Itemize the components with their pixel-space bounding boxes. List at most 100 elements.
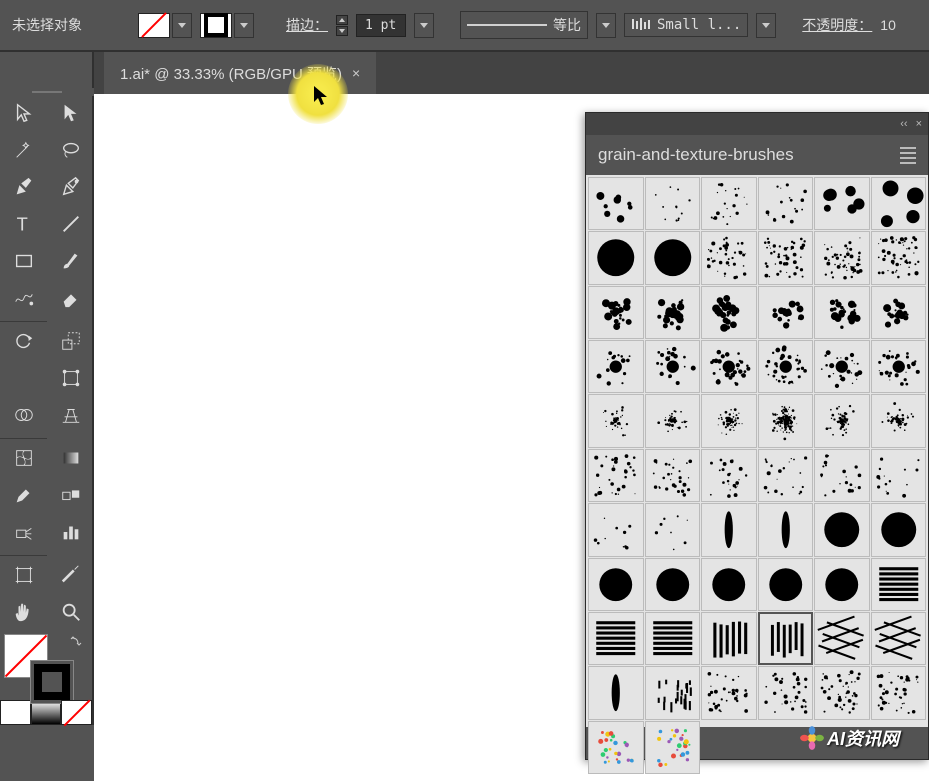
stroke-label[interactable]: 描边： bbox=[286, 15, 328, 35]
brush-bars-2[interactable] bbox=[758, 612, 814, 665]
brush-noise-3[interactable] bbox=[814, 666, 870, 719]
brush-circle-7[interactable] bbox=[814, 558, 870, 611]
width-tool[interactable] bbox=[0, 359, 47, 396]
brush-spray-1[interactable] bbox=[588, 394, 644, 447]
brush-stripes-3[interactable] bbox=[645, 612, 701, 665]
color-mode-solid[interactable] bbox=[0, 700, 31, 725]
brush-spray-5[interactable] bbox=[871, 394, 927, 447]
line-tool[interactable] bbox=[47, 205, 94, 242]
symbol-sprayer-tool[interactable] bbox=[0, 513, 47, 550]
stroke-indicator[interactable] bbox=[30, 660, 74, 704]
magic-wand-tool[interactable] bbox=[0, 131, 47, 168]
rectangle-tool[interactable] bbox=[0, 242, 47, 279]
brush-weave-2[interactable] bbox=[871, 612, 927, 665]
brush-burst-4[interactable] bbox=[871, 340, 927, 393]
opacity-label[interactable]: 不透明度： bbox=[802, 15, 872, 35]
brush-dots-tiny[interactable] bbox=[645, 177, 701, 230]
perspective-grid-tool[interactable] bbox=[47, 396, 94, 433]
brush-grain-3[interactable] bbox=[701, 449, 757, 502]
paintbrush-tool[interactable] bbox=[47, 242, 94, 279]
column-graph-tool[interactable] bbox=[47, 513, 94, 550]
hand-tool[interactable] bbox=[0, 593, 47, 630]
brush-speckle-4[interactable] bbox=[871, 231, 927, 284]
profile-dropdown[interactable] bbox=[596, 13, 616, 38]
brush-spray-2[interactable] bbox=[645, 394, 701, 447]
brush-grain-4[interactable] bbox=[758, 449, 814, 502]
color-mode-none[interactable] bbox=[61, 700, 92, 725]
brush-speckle-3[interactable] bbox=[814, 231, 870, 284]
brush-circle-6[interactable] bbox=[758, 558, 814, 611]
brush-dots-sparse[interactable] bbox=[588, 177, 644, 230]
selection-tool[interactable] bbox=[0, 94, 47, 131]
blend-tool[interactable] bbox=[47, 476, 94, 513]
fill-dropdown[interactable] bbox=[172, 13, 192, 38]
brush-burst-1[interactable] bbox=[701, 340, 757, 393]
brush-speckle-1[interactable] bbox=[701, 231, 757, 284]
brush-star-1[interactable] bbox=[588, 340, 644, 393]
brush-stroke-1[interactable] bbox=[701, 503, 757, 556]
brush-splat-5[interactable] bbox=[814, 286, 870, 339]
zoom-tool[interactable] bbox=[47, 593, 94, 630]
brush-color-2[interactable] bbox=[645, 721, 701, 774]
mesh-tool[interactable] bbox=[0, 439, 47, 476]
swap-fill-stroke-icon[interactable] bbox=[70, 634, 84, 648]
brush-splat-6[interactable] bbox=[871, 286, 927, 339]
brush-noise-4[interactable] bbox=[871, 666, 927, 719]
brush-burst-3[interactable] bbox=[814, 340, 870, 393]
brush-circle-1[interactable] bbox=[814, 503, 870, 556]
brush-dash-1[interactable] bbox=[588, 503, 644, 556]
brush-stripes-2[interactable] bbox=[588, 612, 644, 665]
shaper-tool[interactable] bbox=[0, 279, 47, 316]
brush-spray-4[interactable] bbox=[814, 394, 870, 447]
stroke-weight-spinner[interactable] bbox=[336, 15, 348, 36]
free-transform-tool[interactable] bbox=[47, 359, 94, 396]
brush-noise-1[interactable] bbox=[701, 666, 757, 719]
slice-tool[interactable] bbox=[47, 556, 94, 593]
brush-dropdown[interactable] bbox=[756, 13, 776, 38]
pen-tool[interactable] bbox=[0, 168, 47, 205]
brush-circle-3[interactable] bbox=[588, 558, 644, 611]
rotate-tool[interactable] bbox=[0, 322, 47, 359]
brush-star-2[interactable] bbox=[645, 340, 701, 393]
brush-splat-4[interactable] bbox=[758, 286, 814, 339]
gradient-tool[interactable] bbox=[47, 439, 94, 476]
panel-menu-icon[interactable] bbox=[900, 147, 916, 164]
fill-stroke-indicator[interactable] bbox=[0, 630, 92, 700]
stroke-dropdown[interactable] bbox=[234, 13, 254, 38]
brush-spray-dense[interactable] bbox=[758, 394, 814, 447]
curvature-tool[interactable] bbox=[47, 168, 94, 205]
tab-close-icon[interactable]: × bbox=[352, 65, 360, 81]
brush-dots-big[interactable] bbox=[871, 177, 927, 230]
brush-grain-2[interactable] bbox=[645, 449, 701, 502]
lasso-tool[interactable] bbox=[47, 131, 94, 168]
brush-splat-2[interactable] bbox=[645, 286, 701, 339]
brush-splat-1[interactable] bbox=[588, 286, 644, 339]
brush-dots-medium[interactable] bbox=[814, 177, 870, 230]
scale-tool[interactable] bbox=[47, 322, 94, 359]
brush-dash-2[interactable] bbox=[645, 503, 701, 556]
shape-builder-tool[interactable] bbox=[0, 396, 47, 433]
document-tab[interactable]: 1.ai* @ 33.33% (RGB/GPU 预览) × bbox=[104, 52, 376, 94]
brush-circle-4[interactable] bbox=[645, 558, 701, 611]
fill-swatch[interactable] bbox=[138, 13, 170, 38]
direct-selection-tool[interactable] bbox=[47, 94, 94, 131]
brush-grain-5[interactable] bbox=[814, 449, 870, 502]
brush-splat-3[interactable] bbox=[701, 286, 757, 339]
brush-ticks-1[interactable] bbox=[645, 666, 701, 719]
panel-collapse-icon[interactable]: ‹‹ bbox=[900, 118, 907, 130]
brush-stripes-1[interactable] bbox=[871, 558, 927, 611]
brush-stroke-2[interactable] bbox=[758, 503, 814, 556]
artboard-tool[interactable] bbox=[0, 556, 47, 593]
eraser-tool[interactable] bbox=[47, 279, 94, 316]
brush-burst-2[interactable] bbox=[758, 340, 814, 393]
brush-spray-3[interactable] bbox=[701, 394, 757, 447]
type-tool[interactable]: T bbox=[0, 205, 47, 242]
brush-bars-1[interactable] bbox=[701, 612, 757, 665]
brush-grain-1[interactable] bbox=[588, 449, 644, 502]
brush-weave-1[interactable] bbox=[814, 612, 870, 665]
brush-dots-fine-2[interactable] bbox=[758, 177, 814, 230]
brush-blob-big-1[interactable] bbox=[588, 231, 644, 284]
panel-close-icon[interactable]: × bbox=[916, 118, 922, 130]
stroke-weight-input[interactable]: 1 pt bbox=[356, 14, 406, 37]
brush-color-1[interactable] bbox=[588, 721, 644, 774]
